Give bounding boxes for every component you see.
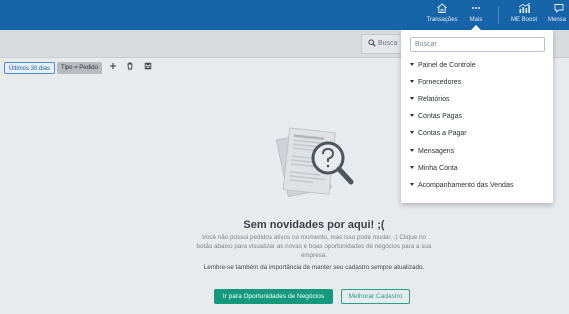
menu-item-relatorios[interactable]: Relatórios (410, 96, 450, 103)
caret-down-icon (410, 96, 414, 100)
menu-item-label: Acompanhamento das Vendas (418, 182, 514, 189)
caret-down-icon (410, 130, 414, 134)
nav-mensagens-label: Mensa (548, 17, 567, 23)
nav-me-boost-label: ME Boost (510, 17, 537, 23)
menu-item-painel-de-controle[interactable]: Painel de Controle (410, 62, 476, 69)
nav-mensagens[interactable]: Mensa (548, 2, 569, 28)
caret-down-icon (410, 62, 414, 66)
menu-item-acompanhamento-das-vendas[interactable]: Acompanhamento das Vendas (410, 182, 513, 189)
menu-item-minha-conta[interactable]: Minha Conta (410, 165, 458, 172)
nav-transacoes-label: Transações (426, 17, 458, 23)
trash-icon[interactable] (126, 62, 134, 72)
search-placeholder: Busca (378, 40, 398, 47)
more-dots-icon (466, 2, 486, 17)
filter-chip-period[interactable]: Últimos 30 dias (4, 62, 56, 74)
empty-state-title: Sem novidades por aqui! ;( (243, 219, 385, 231)
go-to-opportunities-button[interactable]: Ir para Oportunidades de Negócios (214, 289, 333, 304)
chart-bars-icon (508, 2, 540, 17)
add-filter-icon[interactable] (109, 62, 117, 72)
menu-search-input[interactable] (410, 37, 545, 52)
nav-mais-label: Mais (469, 17, 483, 23)
caret-down-icon (410, 79, 414, 83)
empty-state-reminder: Lembre-se também da importância de mante… (203, 264, 425, 271)
caret-down-icon (410, 148, 414, 152)
menu-item-fornecedores[interactable]: Fornecedores (410, 79, 461, 86)
menu-item-label: Contas Pagas (418, 113, 462, 120)
menu-item-label: Minha Conta (418, 165, 458, 172)
menu-item-contas-a-pagar[interactable]: Contas a Pagar (410, 130, 467, 137)
caret-down-icon (410, 182, 414, 186)
filter-chip-type[interactable]: Tipo = Pedido (57, 62, 102, 74)
message-icon (548, 2, 569, 17)
menu-item-mensagens[interactable]: Mensagens (410, 148, 454, 155)
menu-item-label: Painel de Controle (418, 62, 476, 69)
menu-item-label: Relatórios (418, 96, 450, 103)
save-filter-icon[interactable] (144, 62, 152, 72)
improve-profile-button[interactable]: Melhorar Cadastro (341, 289, 410, 304)
caret-down-icon (410, 113, 414, 117)
menu-item-contas-pagas[interactable]: Contas Pagas (410, 113, 462, 120)
nav-separator (498, 6, 499, 24)
empty-state-body: Você não possui pedidos ativos no moment… (196, 234, 432, 259)
menu-item-label: Contas a Pagar (418, 130, 467, 137)
more-menu-dropdown: Painel de Controle Fornecedores Relatóri… (401, 30, 553, 203)
search-icon (368, 39, 376, 49)
home-icon (425, 2, 459, 17)
caret-down-icon (410, 165, 414, 169)
menu-item-label: Mensagens (418, 148, 455, 155)
menu-item-label: Fornecedores (418, 79, 462, 86)
empty-documents-magnifier-illustration (268, 124, 358, 206)
nav-transacoes[interactable]: Transações (425, 2, 459, 28)
nav-me-boost[interactable]: ME Boost (508, 2, 540, 28)
